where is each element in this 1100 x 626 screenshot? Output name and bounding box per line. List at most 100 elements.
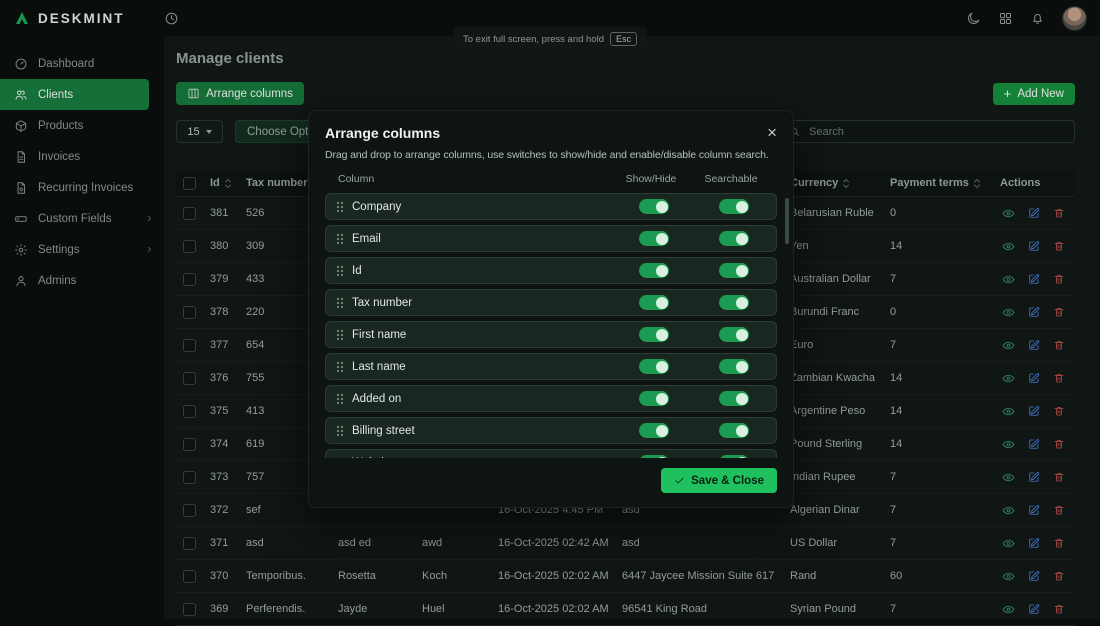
view-icon[interactable] — [1002, 570, 1015, 583]
row-checkbox[interactable] — [183, 306, 196, 319]
dark-mode-icon[interactable] — [966, 11, 981, 26]
sidebar-item-dashboard[interactable]: Dashboard — [0, 48, 164, 79]
view-icon[interactable] — [1002, 603, 1015, 616]
edit-icon[interactable] — [1028, 207, 1040, 219]
delete-icon[interactable] — [1053, 372, 1065, 384]
add-new-button[interactable]: + Add New — [993, 83, 1075, 105]
show-hide-toggle[interactable] — [639, 263, 669, 278]
row-checkbox[interactable] — [183, 372, 196, 385]
view-icon[interactable] — [1002, 306, 1015, 319]
delete-icon[interactable] — [1053, 405, 1065, 417]
show-hide-toggle[interactable] — [639, 199, 669, 214]
sidebar-item-custom-fields[interactable]: Custom Fields — [0, 203, 164, 234]
edit-icon[interactable] — [1028, 504, 1040, 516]
delete-icon[interactable] — [1053, 603, 1065, 615]
drag-handle-icon[interactable] — [336, 265, 344, 277]
row-checkbox[interactable] — [183, 504, 196, 517]
delete-icon[interactable] — [1053, 504, 1065, 516]
edit-icon[interactable] — [1028, 438, 1040, 450]
delete-icon[interactable] — [1053, 207, 1065, 219]
column-header[interactable]: Payment terms — [884, 177, 994, 190]
sidebar-item-admins[interactable]: Admins — [0, 265, 164, 296]
page-size-select[interactable]: 15 — [176, 120, 223, 143]
delete-icon[interactable] — [1053, 570, 1065, 582]
close-icon[interactable]: × — [767, 124, 777, 141]
delete-icon[interactable] — [1053, 339, 1065, 351]
edit-icon[interactable] — [1028, 471, 1040, 483]
row-checkbox[interactable] — [183, 603, 196, 616]
row-checkbox[interactable] — [183, 471, 196, 484]
row-checkbox[interactable] — [183, 405, 196, 418]
edit-icon[interactable] — [1028, 339, 1040, 351]
sidebar-item-settings[interactable]: Settings — [0, 234, 164, 265]
save-and-close-button[interactable]: Save & Close — [661, 468, 777, 493]
searchable-toggle[interactable] — [719, 359, 749, 374]
view-icon[interactable] — [1002, 240, 1015, 253]
drag-handle-icon[interactable] — [336, 297, 344, 309]
row-checkbox[interactable] — [183, 570, 196, 583]
column-header[interactable]: Currency — [784, 177, 884, 190]
edit-icon[interactable] — [1028, 603, 1040, 615]
search-input[interactable] — [807, 125, 1066, 139]
view-icon[interactable] — [1002, 273, 1015, 286]
show-hide-toggle[interactable] — [639, 423, 669, 438]
row-checkbox[interactable] — [183, 438, 196, 451]
searchable-toggle[interactable] — [719, 231, 749, 246]
logo[interactable]: DESKMINT — [0, 10, 164, 26]
searchable-toggle[interactable] — [719, 263, 749, 278]
view-icon[interactable] — [1002, 405, 1015, 418]
bell-icon[interactable] — [1030, 11, 1045, 26]
show-hide-toggle[interactable] — [639, 455, 669, 458]
avatar[interactable] — [1062, 6, 1087, 31]
view-icon[interactable] — [1002, 339, 1015, 352]
view-icon[interactable] — [1002, 207, 1015, 220]
show-hide-toggle[interactable] — [639, 295, 669, 310]
searchable-toggle[interactable] — [719, 455, 749, 458]
sidebar-item-clients[interactable]: Clients — [0, 79, 149, 110]
delete-icon[interactable] — [1053, 240, 1065, 252]
searchable-toggle[interactable] — [719, 199, 749, 214]
row-checkbox[interactable] — [183, 339, 196, 352]
searchable-toggle[interactable] — [719, 423, 749, 438]
column-header[interactable]: Id — [204, 177, 240, 190]
edit-icon[interactable] — [1028, 405, 1040, 417]
drag-handle-icon[interactable] — [336, 233, 344, 245]
history-icon[interactable] — [164, 11, 179, 26]
row-checkbox[interactable] — [183, 240, 196, 253]
edit-icon[interactable] — [1028, 240, 1040, 252]
searchable-toggle[interactable] — [719, 327, 749, 342]
edit-icon[interactable] — [1028, 306, 1040, 318]
searchable-toggle[interactable] — [719, 295, 749, 310]
view-icon[interactable] — [1002, 471, 1015, 484]
delete-icon[interactable] — [1053, 471, 1065, 483]
drag-handle-icon[interactable] — [336, 361, 344, 373]
show-hide-toggle[interactable] — [639, 359, 669, 374]
show-hide-toggle[interactable] — [639, 327, 669, 342]
delete-icon[interactable] — [1053, 273, 1065, 285]
drag-handle-icon[interactable] — [336, 425, 344, 437]
drag-handle-icon[interactable] — [336, 457, 344, 459]
delete-icon[interactable] — [1053, 306, 1065, 318]
row-checkbox[interactable] — [183, 273, 196, 286]
row-checkbox[interactable] — [183, 207, 196, 220]
arrange-columns-button[interactable]: Arrange columns — [176, 82, 304, 105]
edit-icon[interactable] — [1028, 273, 1040, 285]
drag-handle-icon[interactable] — [336, 201, 344, 213]
delete-icon[interactable] — [1053, 537, 1065, 549]
sidebar-item-recurring-invoices[interactable]: Recurring Invoices — [0, 172, 164, 203]
drag-handle-icon[interactable] — [336, 329, 344, 341]
row-checkbox[interactable] — [183, 537, 196, 550]
show-hide-toggle[interactable] — [639, 391, 669, 406]
edit-icon[interactable] — [1028, 570, 1040, 582]
edit-icon[interactable] — [1028, 372, 1040, 384]
edit-icon[interactable] — [1028, 537, 1040, 549]
sidebar-item-invoices[interactable]: Invoices — [0, 141, 164, 172]
select-all-checkbox[interactable] — [183, 177, 196, 190]
sidebar-item-products[interactable]: Products — [0, 110, 164, 141]
view-icon[interactable] — [1002, 372, 1015, 385]
delete-icon[interactable] — [1053, 438, 1065, 450]
show-hide-toggle[interactable] — [639, 231, 669, 246]
drag-handle-icon[interactable] — [336, 393, 344, 405]
column-header[interactable]: Actions — [994, 177, 1075, 190]
view-icon[interactable] — [1002, 537, 1015, 550]
